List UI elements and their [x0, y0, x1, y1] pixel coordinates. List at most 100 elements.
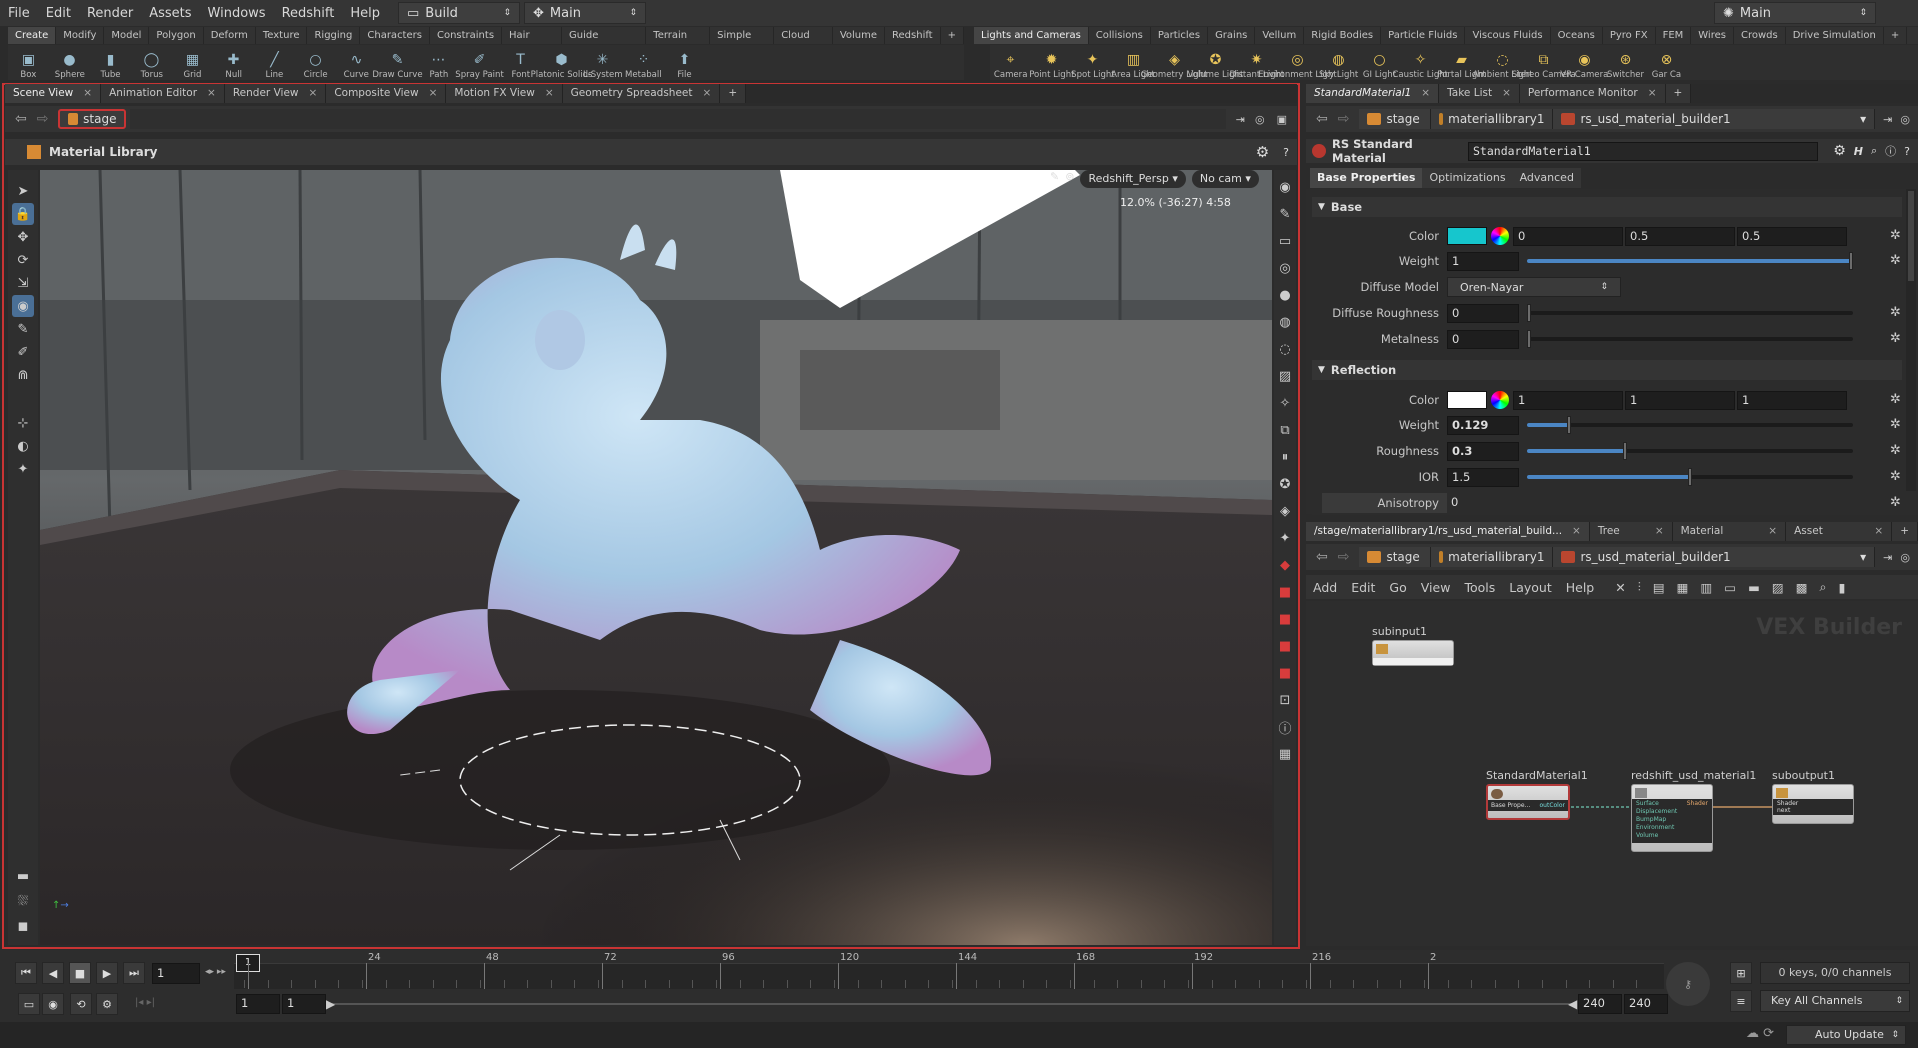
- refl-color-b[interactable]: 1: [1737, 390, 1847, 410]
- menu-windows[interactable]: Windows: [200, 6, 274, 21]
- display-option-icon[interactable]: ▭: [1274, 230, 1296, 252]
- net-crumb-stage[interactable]: stage: [1359, 547, 1432, 567]
- tab-scene-view[interactable]: Scene View ×: [5, 84, 102, 103]
- play-button[interactable]: ▶: [96, 962, 118, 984]
- snap-icon[interactable]: ⊹: [12, 412, 34, 434]
- shelf-tab-modify[interactable]: Modify: [56, 27, 105, 44]
- close-icon[interactable]: ×: [309, 84, 318, 103]
- display-option-icon[interactable]: ◍: [1274, 311, 1296, 333]
- close-icon[interactable]: ×: [1502, 84, 1511, 103]
- shelf-tab-deform[interactable]: Deform: [204, 27, 256, 44]
- wrench-icon[interactable]: ✕: [1615, 580, 1625, 595]
- display-option-icon[interactable]: ✦: [1274, 527, 1296, 549]
- key-icon[interactable]: ⚷: [1666, 962, 1710, 1006]
- close-icon[interactable]: ×: [429, 84, 438, 103]
- info-icon[interactable]: ⓘ: [1885, 143, 1896, 159]
- tab-stage-materiallibrary1-rs-usd-[interactable]: /stage/materiallibrary1/rs_usd_material_…: [1306, 522, 1590, 541]
- refl-color-g[interactable]: 1: [1625, 390, 1735, 410]
- sticky-icon[interactable]: ▬: [1748, 580, 1760, 595]
- shelf-tab-rigid-bodies[interactable]: Rigid Bodies: [1304, 27, 1382, 44]
- close-icon[interactable]: ×: [1572, 522, 1581, 541]
- refl-color-swatch[interactable]: [1447, 391, 1487, 409]
- refl-weight-field[interactable]: 0.129: [1447, 415, 1519, 435]
- display-option-icon[interactable]: ■: [1274, 581, 1296, 603]
- tool-torus[interactable]: ◯ Torus: [131, 45, 172, 80]
- tool-switcher[interactable]: ⊛ Switcher: [1605, 45, 1646, 80]
- tool-stereo-camera[interactable]: ⧉ Stereo Camera: [1511, 45, 1575, 80]
- menu-edit[interactable]: Edit: [38, 6, 79, 21]
- forward-arrow-icon[interactable]: ⇨: [1338, 111, 1350, 127]
- settings-icon[interactable]: ⚙: [96, 993, 118, 1015]
- step-back-button[interactable]: ◀: [42, 962, 64, 984]
- help-icon[interactable]: ?: [1283, 146, 1289, 159]
- display-option-icon[interactable]: ⧉: [1274, 419, 1296, 441]
- pin-icon[interactable]: ⇥: [1883, 113, 1892, 126]
- tab-motion-fx-view[interactable]: Motion FX View ×: [446, 84, 563, 103]
- shelf-tab-pyro-fx[interactable]: Pyro FX: [1603, 27, 1656, 44]
- shelf-tab-hair-utils[interactable]: Hair Utils: [502, 27, 562, 58]
- metalness-slider[interactable]: [1527, 330, 1853, 348]
- network-menu-tools[interactable]: Tools: [1457, 580, 1502, 595]
- shelf-tab-cloud-fx[interactable]: Cloud FX: [774, 27, 833, 58]
- shelf-tab-vellum[interactable]: Vellum: [1255, 27, 1305, 44]
- path-field[interactable]: [130, 109, 1226, 129]
- range-start-handle[interactable]: ▶: [326, 997, 335, 1011]
- close-icon[interactable]: ×: [1768, 522, 1777, 541]
- keys-settings-icon[interactable]: ⊞: [1730, 962, 1752, 984]
- paint-bucket-icon[interactable]: ⛆: [12, 890, 34, 912]
- viewport-layout-icon[interactable]: ▣: [1277, 113, 1287, 126]
- tool-draw-curve[interactable]: ✎ Draw Curve: [372, 45, 422, 80]
- tab-performance-monitor[interactable]: Performance Monitor ×: [1519, 84, 1666, 103]
- display-option-icon[interactable]: ■: [1274, 662, 1296, 684]
- base-color-r[interactable]: 0: [1513, 226, 1623, 246]
- tool-gar-ca[interactable]: ⊗ Gar Ca: [1646, 45, 1687, 80]
- display-option-icon[interactable]: ◈: [1274, 500, 1296, 522]
- display-option-icon[interactable]: ⓘ: [1274, 716, 1296, 738]
- refl-weight-slider[interactable]: [1527, 416, 1853, 434]
- ruler-icon[interactable]: ▬: [12, 865, 34, 887]
- tab-asset-browser[interactable]: Asset Browser ×: [1786, 522, 1893, 556]
- network-menu-layout[interactable]: Layout: [1502, 580, 1559, 595]
- display-option-icon[interactable]: ✪: [1274, 473, 1296, 495]
- handle-icon[interactable]: ◉: [12, 295, 34, 317]
- close-icon[interactable]: ×: [545, 84, 554, 103]
- shelf-tab-particles[interactable]: Particles: [1151, 27, 1209, 44]
- color-wheel-icon[interactable]: [1491, 391, 1509, 409]
- shelf-tab-particle-fluids[interactable]: Particle Fluids: [1381, 27, 1466, 44]
- diffuse-roughness-slider[interactable]: [1527, 304, 1853, 322]
- link-icon[interactable]: ◎: [1900, 551, 1910, 564]
- diffuse-roughness-field[interactable]: 0: [1447, 303, 1519, 323]
- display-option-icon[interactable]: ●: [1274, 284, 1296, 306]
- tool-null[interactable]: ✚ Null: [213, 45, 254, 80]
- tab-standardmaterial1[interactable]: StandardMaterial1 ×: [1306, 84, 1440, 103]
- shelf-tab-crowds[interactable]: Crowds: [1734, 27, 1786, 44]
- note-icon[interactable]: ▭: [1724, 580, 1736, 595]
- tool-l-system[interactable]: ✳ L-System: [582, 45, 623, 80]
- shelf-tab-guide-process[interactable]: Guide Process: [562, 27, 647, 58]
- link-icon[interactable]: ◎: [1255, 113, 1265, 126]
- shelf-tab-wires[interactable]: Wires: [1691, 27, 1734, 44]
- basket-icon[interactable]: ◼: [12, 915, 34, 937]
- key-mode-icon[interactable]: ≡: [1730, 990, 1752, 1012]
- close-icon[interactable]: ×: [1648, 84, 1657, 103]
- crumb-builder[interactable]: rs_usd_material_builder1 ▾: [1553, 109, 1876, 129]
- stop-button[interactable]: ■: [69, 962, 91, 984]
- add-tab-icon[interactable]: +: [1665, 84, 1692, 103]
- list-icon[interactable]: ▥: [1700, 580, 1712, 595]
- range-end-field[interactable]: 240: [1624, 994, 1668, 1014]
- tree-icon[interactable]: ⫶: [1638, 579, 1641, 595]
- gear-icon[interactable]: ✲: [1890, 496, 1904, 510]
- tool-box[interactable]: ▣ Box: [8, 45, 49, 80]
- context-dropdown[interactable]: ✥ Main ⇕: [524, 2, 646, 24]
- base-weight-slider[interactable]: [1527, 252, 1853, 270]
- ior-slider[interactable]: [1527, 468, 1853, 486]
- tool-tube[interactable]: ▮ Tube: [90, 45, 131, 80]
- shelf-tab-create[interactable]: Create: [8, 27, 57, 44]
- auto-update-select[interactable]: Auto Update ⇕: [1786, 1025, 1906, 1045]
- key-mode-select[interactable]: Key All Channels ⇕: [1760, 990, 1910, 1012]
- lock-icon[interactable]: ⊚: [1065, 170, 1074, 188]
- shelf-tab-lights-and-cameras[interactable]: Lights and Cameras: [974, 27, 1089, 44]
- image-icon[interactable]: ▨: [1772, 580, 1784, 595]
- forward-arrow-icon[interactable]: ⇨: [1338, 549, 1350, 565]
- close-icon[interactable]: ×: [703, 84, 712, 103]
